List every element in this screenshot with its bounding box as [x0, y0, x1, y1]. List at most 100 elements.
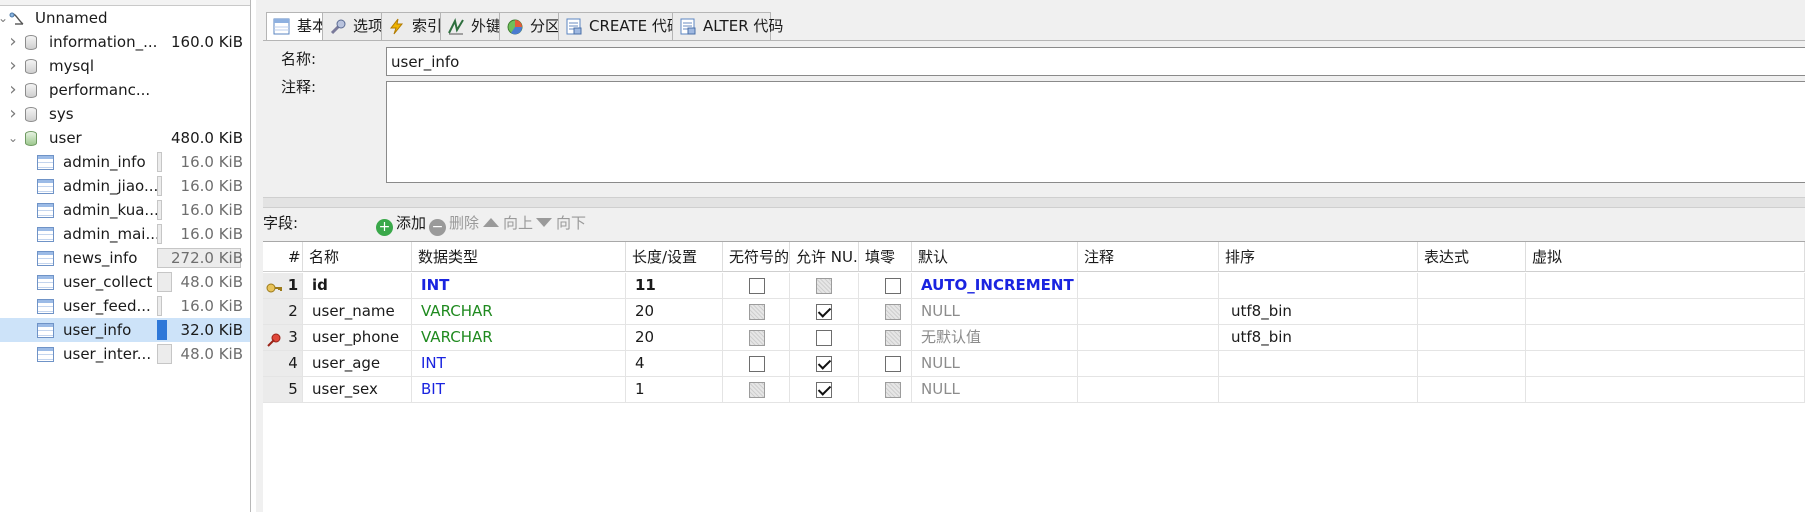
move-up-button[interactable]: 向上 [483, 210, 533, 236]
column-header[interactable]: 表达式 [1418, 242, 1526, 272]
delete-field-button[interactable]: − 删除 [429, 210, 479, 236]
cell-comment[interactable] [1078, 377, 1219, 403]
tree-db-3[interactable]: › sys [0, 102, 250, 126]
cell-unsigned[interactable] [723, 299, 790, 325]
cell-unsigned[interactable] [723, 351, 790, 377]
zerofill-checkbox[interactable] [885, 356, 901, 372]
cell-comment[interactable] [1078, 299, 1219, 325]
cell-zerofill[interactable] [859, 351, 912, 377]
cell-unsigned[interactable] [723, 273, 790, 299]
cell-expression[interactable] [1418, 325, 1526, 351]
tree-table-6[interactable]: user_feed... 16.0 KiB [0, 294, 250, 318]
cell-collation[interactable]: utf8_bin [1219, 325, 1418, 351]
cell-expression[interactable] [1418, 273, 1526, 299]
cell-default[interactable]: AUTO_INCREMENT [912, 273, 1078, 299]
cell-comment[interactable] [1078, 351, 1219, 377]
tree-db-0[interactable]: › information_... 160.0 KiB [0, 30, 250, 54]
cell-allow-null[interactable] [790, 377, 859, 403]
cell-allow-null[interactable] [790, 299, 859, 325]
tab-6[interactable]: ALTER 代码 [672, 12, 783, 40]
cell-allow-null[interactable] [790, 273, 859, 299]
tree-table-7[interactable]: user_info 32.0 KiB [0, 318, 250, 342]
tree-db-1[interactable]: › mysql [0, 54, 250, 78]
table-row[interactable]: 1 id INT 11 AUTO_INCREMENT [263, 273, 1805, 299]
zerofill-checkbox[interactable] [885, 382, 901, 398]
column-header[interactable]: 默认 [912, 242, 1078, 272]
column-header[interactable]: 填零 [859, 242, 912, 272]
cell-length[interactable]: 11 [626, 273, 723, 299]
column-header[interactable]: 长度/设置 [626, 242, 723, 272]
column-header[interactable]: 注释 [1078, 242, 1219, 272]
column-header[interactable]: # [263, 242, 303, 272]
cell-collation[interactable] [1219, 351, 1418, 377]
table-row[interactable]: 5 user_sex BIT 1 NULL [263, 377, 1805, 403]
cell-type[interactable]: BIT [412, 377, 626, 403]
tree-table-2[interactable]: admin_kua... 16.0 KiB [0, 198, 250, 222]
cell-length[interactable]: 1 [626, 377, 723, 403]
cell-expression[interactable] [1418, 377, 1526, 403]
cell-collation[interactable] [1219, 377, 1418, 403]
cell-length[interactable]: 20 [626, 299, 723, 325]
unsigned-checkbox[interactable] [749, 304, 765, 320]
cell-default[interactable]: NULL [912, 377, 1078, 403]
cell-comment[interactable] [1078, 273, 1219, 299]
column-header[interactable]: 无符号的 [723, 242, 790, 272]
cell-type[interactable]: VARCHAR [412, 299, 626, 325]
cell-type[interactable]: VARCHAR [412, 325, 626, 351]
tree-root-unnamed[interactable]: ⌄ Unnamed [0, 6, 250, 30]
chevron-right-icon[interactable]: › [6, 30, 20, 54]
cell-comment[interactable] [1078, 325, 1219, 351]
zerofill-checkbox[interactable] [885, 330, 901, 346]
cell-default[interactable]: NULL [912, 299, 1078, 325]
cell-expression[interactable] [1418, 351, 1526, 377]
tree-table-3[interactable]: admin_mai... 16.0 KiB [0, 222, 250, 246]
cell-virtual[interactable] [1526, 325, 1805, 351]
chevron-down-icon[interactable]: ⌄ [6, 126, 20, 150]
allow-null-checkbox[interactable] [816, 304, 832, 320]
cell-allow-null[interactable] [790, 325, 859, 351]
unsigned-checkbox[interactable] [749, 356, 765, 372]
cell-unsigned[interactable] [723, 377, 790, 403]
unsigned-checkbox[interactable] [749, 278, 765, 294]
table-row[interactable]: 2 user_name VARCHAR 20 NULL utf8_bin [263, 299, 1805, 325]
unsigned-checkbox[interactable] [749, 382, 765, 398]
column-header[interactable]: 虚拟 [1526, 242, 1805, 272]
allow-null-checkbox[interactable] [816, 278, 832, 294]
cell-virtual[interactable] [1526, 299, 1805, 325]
tree-db-4[interactable]: ⌄ user 480.0 KiB [0, 126, 250, 150]
cell-expression[interactable] [1418, 299, 1526, 325]
table-row[interactable]: 4 user_age INT 4 NULL [263, 351, 1805, 377]
tree-table-4[interactable]: news_info 272.0 KiB [0, 246, 250, 270]
cell-collation[interactable] [1219, 273, 1418, 299]
chevron-right-icon[interactable]: › [6, 78, 20, 102]
column-header[interactable]: 排序 [1219, 242, 1418, 272]
cell-length[interactable]: 4 [626, 351, 723, 377]
zerofill-checkbox[interactable] [885, 304, 901, 320]
cell-default[interactable]: NULL [912, 351, 1078, 377]
cell-length[interactable]: 20 [626, 325, 723, 351]
tab-1[interactable]: 选项 [322, 12, 383, 40]
cell-zerofill[interactable] [859, 325, 912, 351]
allow-null-checkbox[interactable] [816, 356, 832, 372]
cell-name[interactable]: user_phone [303, 325, 412, 351]
add-field-button[interactable]: + 添加 [376, 210, 426, 236]
table-row[interactable]: 3 user_phone VARCHAR 20 无默认值 utf8_bin [263, 325, 1805, 351]
tree-table-0[interactable]: admin_info 16.0 KiB [0, 150, 250, 174]
cell-virtual[interactable] [1526, 377, 1805, 403]
splitter-handle[interactable] [263, 197, 1805, 208]
table-comment-textarea[interactable] [386, 81, 1805, 183]
tree-table-5[interactable]: user_collect 48.0 KiB [0, 270, 250, 294]
tab-5[interactable]: CREATE 代码 [558, 12, 682, 40]
cell-zerofill[interactable] [859, 299, 912, 325]
cell-type[interactable]: INT [412, 273, 626, 299]
unsigned-checkbox[interactable] [749, 330, 765, 346]
tree-table-1[interactable]: admin_jiao... 16.0 KiB [0, 174, 250, 198]
table-name-input[interactable] [386, 47, 1805, 76]
cell-zerofill[interactable] [859, 377, 912, 403]
cell-default[interactable]: 无默认值 [912, 325, 1078, 351]
tab-2[interactable]: 索引 [381, 12, 442, 40]
cell-name[interactable]: id [303, 273, 412, 299]
column-header[interactable]: 允许 NU... [790, 242, 859, 272]
tab-3[interactable]: 外键 [440, 12, 501, 40]
cell-allow-null[interactable] [790, 351, 859, 377]
